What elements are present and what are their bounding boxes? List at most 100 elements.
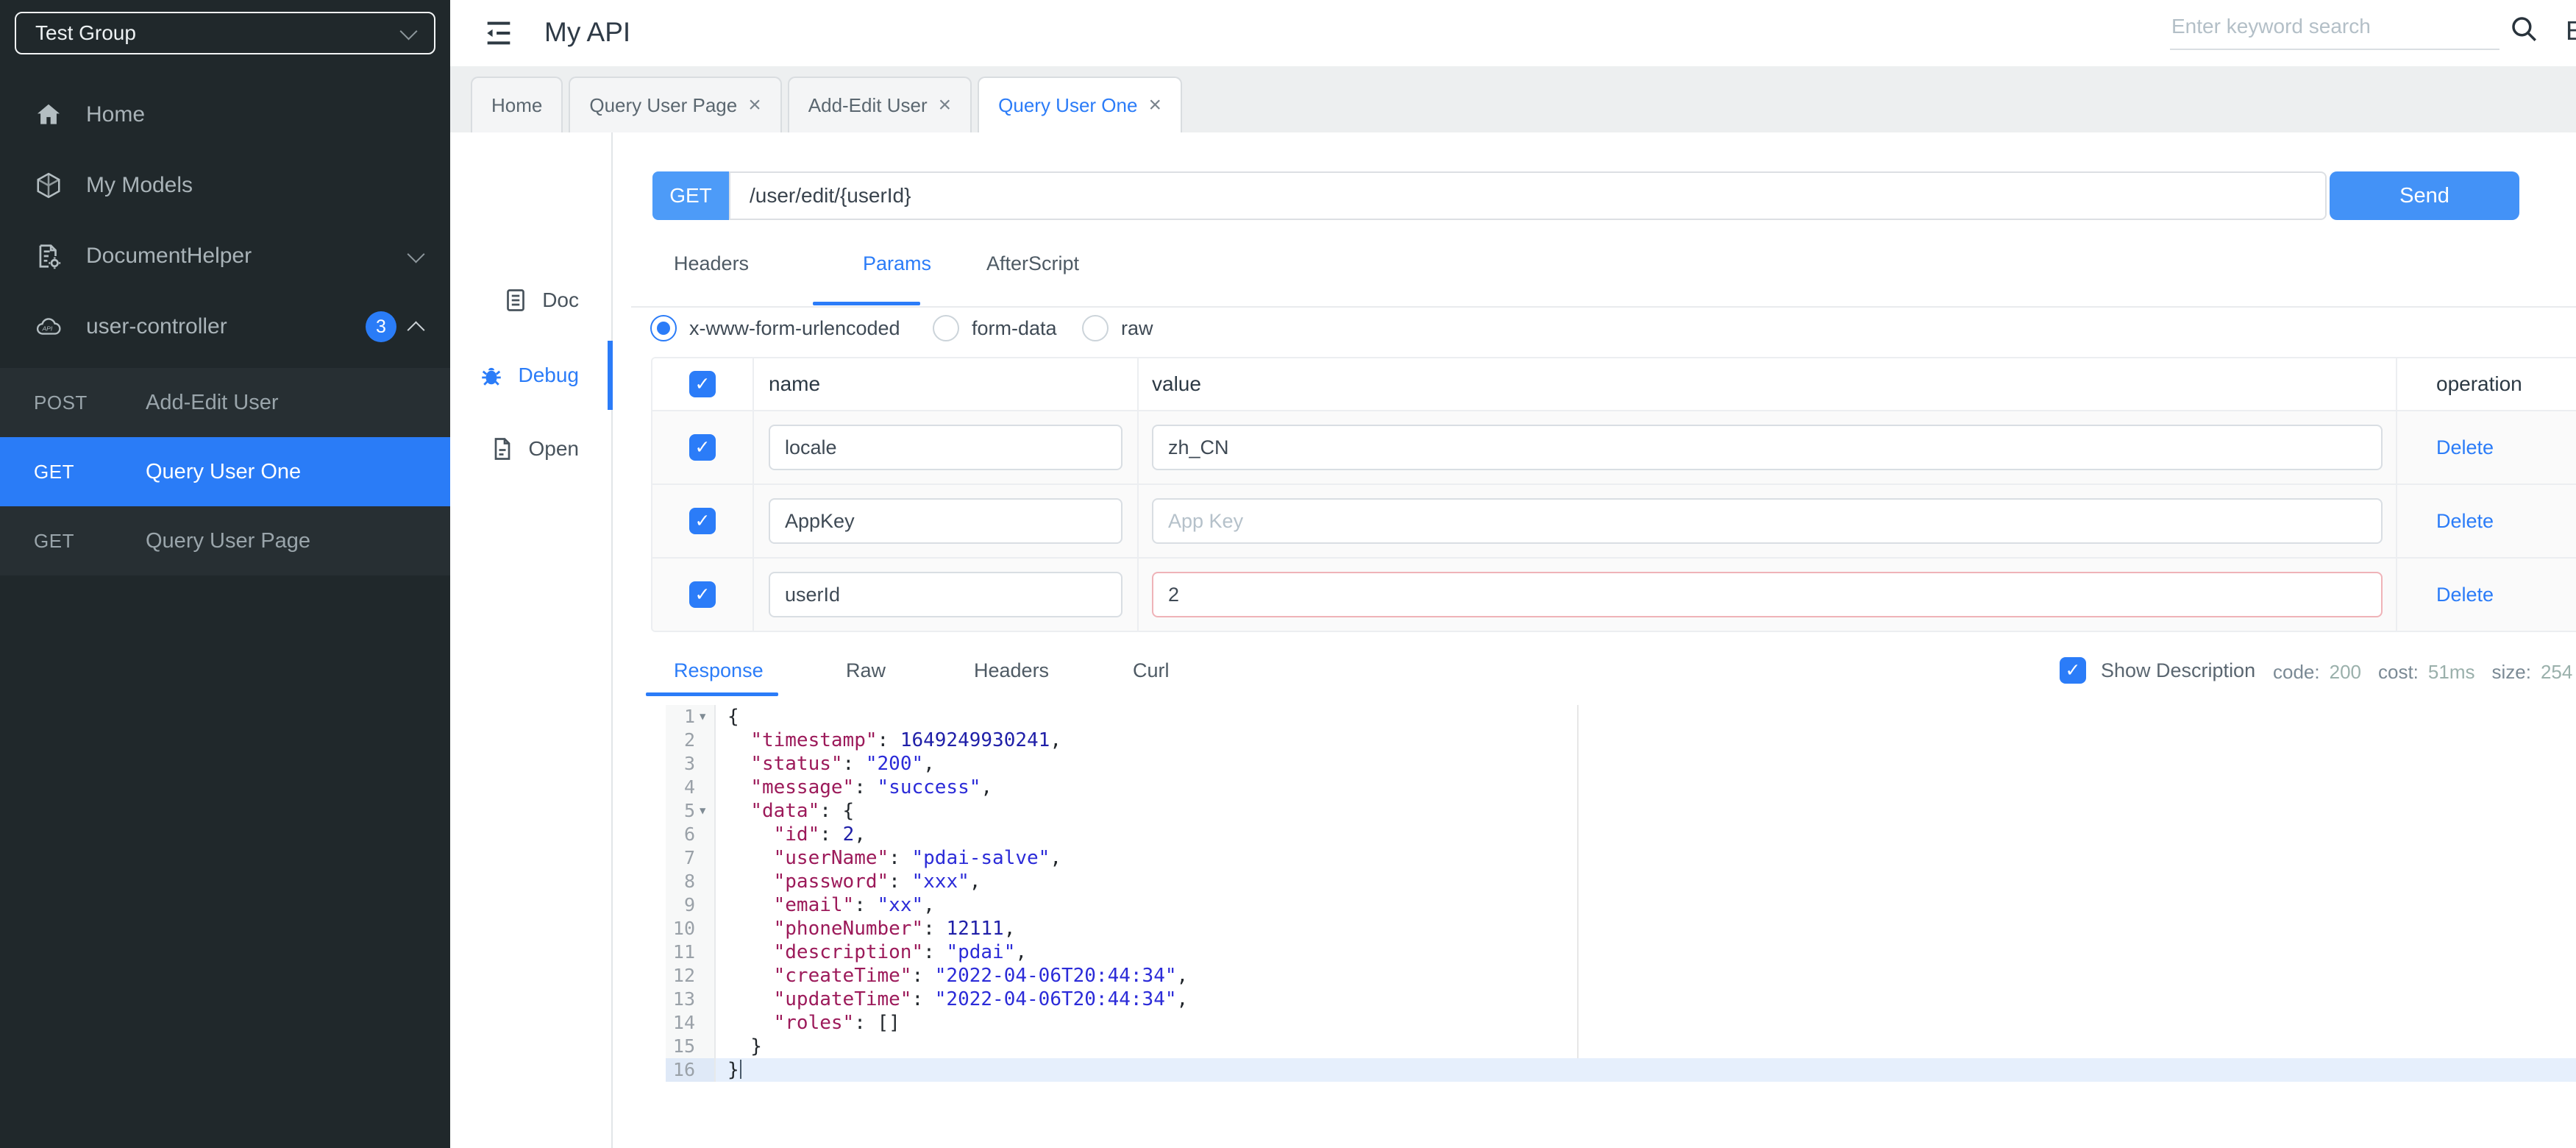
line-number: 2 [683, 729, 695, 751]
code-line[interactable]: 2 "timestamp": 1649249930241, [651, 729, 2576, 752]
request-tab-params[interactable]: Params [863, 252, 931, 275]
code-editor[interactable]: 1 ▼{2 "timestamp": 1649249930241, 3 "statu… [651, 705, 2576, 1082]
close-icon[interactable]: × [748, 94, 761, 116]
response-tab-response[interactable]: Response [674, 659, 764, 682]
response-tab-raw[interactable]: Raw [846, 659, 886, 682]
rail-item-debug[interactable]: Debug [450, 356, 611, 394]
code-text: "email": "xx", [773, 894, 935, 916]
radio-icon[interactable] [933, 315, 959, 341]
radio-label: form-data [972, 316, 1057, 339]
code-line[interactable]: 11 "description": "pdai", [651, 940, 2576, 964]
delete-link[interactable]: Delete [2436, 584, 2494, 606]
select-all-checkbox[interactable]: ✓ [689, 371, 716, 397]
tab-label: Query User Page [589, 93, 738, 116]
code-line[interactable]: 16} [651, 1058, 2576, 1082]
chevron-down-icon [407, 244, 425, 263]
sidebar: Test Group Home My Models DocumentHelper… [0, 0, 450, 1148]
api-cloud-icon: API [33, 311, 64, 342]
code-line[interactable]: 10 "phoneNumber": 12111, [651, 917, 2576, 940]
row-checkbox[interactable]: ✓ [689, 508, 716, 534]
chevron-down-icon [399, 21, 418, 40]
code-line[interactable]: 15 } [651, 1035, 2576, 1058]
collapse-sidebar-icon[interactable] [481, 16, 516, 50]
radio-selected-icon[interactable] [650, 315, 677, 341]
code-line[interactable]: 6 "id": 2, [651, 823, 2576, 846]
submenu-item-query-user-one[interactable]: GET Query User One [0, 437, 450, 506]
request-tab-afterscript[interactable]: AfterScript [986, 252, 1079, 275]
line-number: 6 [683, 823, 695, 845]
param-name-input[interactable] [769, 572, 1122, 617]
param-value-input-error[interactable] [1152, 572, 2383, 617]
rail-item-open[interactable]: Open [450, 430, 611, 468]
svg-text:API: API [41, 325, 52, 333]
radio-icon[interactable] [1082, 315, 1109, 341]
sidebar-item-user-controller[interactable]: API user-controller 3 [0, 291, 450, 362]
code-line[interactable]: 14 "roles": [] [651, 1011, 2576, 1035]
http-method-button[interactable]: GET [652, 171, 729, 220]
submenu-item-query-user-page[interactable]: GET Query User Page [0, 506, 450, 575]
code-line[interactable]: 4 "message": "success", [651, 776, 2576, 799]
show-description-toggle[interactable]: ✓ Show Description [2060, 657, 2255, 684]
response-tab-headers[interactable]: Headers [974, 659, 1049, 682]
submenu-item-add-edit-user[interactable]: POST Add-Edit User [0, 368, 450, 437]
meta-cost-label: cost: [2378, 661, 2419, 683]
group-select[interactable]: Test Group [15, 12, 435, 54]
params-table: ✓ name value operation ✓ Delete ✓ Delete… [651, 357, 2576, 632]
tab-query-user-page[interactable]: Query User Page × [569, 77, 782, 132]
code-line[interactable]: 7 "userName": "pdai-salve", [651, 846, 2576, 870]
line-gutter: 4 [666, 776, 716, 799]
fold-arrow-icon[interactable]: ▼ [700, 705, 714, 729]
row-checkbox[interactable]: ✓ [689, 434, 716, 461]
meta-size-value: 254 B [2540, 661, 2576, 683]
close-icon[interactable]: × [939, 94, 952, 116]
tab-add-edit-user[interactable]: Add-Edit User × [787, 77, 972, 132]
code-line[interactable]: 12 "createTime": "2022-04-06T20:44:34", [651, 964, 2576, 988]
row-checkbox[interactable]: ✓ [689, 581, 716, 608]
body-type-form-data[interactable]: form-data [933, 313, 1057, 343]
request-tab-headers[interactable]: Headers [674, 252, 749, 275]
sidebar-item-home[interactable]: Home [0, 79, 450, 150]
param-value-input[interactable] [1152, 425, 2383, 470]
line-gutter: 9 [666, 893, 716, 917]
search-icon[interactable] [2508, 13, 2539, 44]
rail-item-doc[interactable]: Doc [450, 281, 611, 319]
endpoint-submenu: POST Add-Edit User GET Query User One GE… [0, 368, 450, 575]
response-tab-curl[interactable]: Curl [1133, 659, 1170, 682]
header-right-partial-text[interactable]: E [2566, 15, 2576, 46]
sidebar-item-my-models[interactable]: My Models [0, 150, 450, 221]
tab-home[interactable]: Home [471, 77, 563, 132]
search-input[interactable] [2170, 4, 2499, 50]
body-type-urlencoded[interactable]: x-www-form-urlencoded [650, 313, 900, 343]
line-number: 14 [672, 1012, 695, 1033]
tab-query-user-one[interactable]: Query User One × [978, 77, 1182, 132]
code-line[interactable]: 13 "updateTime": "2022-04-06T20:44:34", [651, 988, 2576, 1011]
line-gutter: 5 ▼ [666, 799, 716, 823]
code-text: } [716, 1058, 2576, 1082]
code-line[interactable]: 9 "email": "xx", [651, 893, 2576, 917]
line-gutter: 11 [666, 940, 716, 964]
editor-pane-divider [1577, 705, 1579, 1058]
delete-link[interactable]: Delete [2436, 510, 2494, 533]
http-method-label: POST [34, 391, 88, 414]
code-line[interactable]: 8 "password": "xxx", [651, 870, 2576, 893]
delete-link[interactable]: Delete [2436, 436, 2494, 459]
request-url-input[interactable] [729, 171, 2327, 220]
close-icon[interactable]: × [1148, 94, 1161, 116]
sidebar-item-document-helper[interactable]: DocumentHelper [0, 221, 450, 291]
param-name-input[interactable] [769, 498, 1122, 544]
param-name-input[interactable] [769, 425, 1122, 470]
param-value-input[interactable] [1152, 498, 2383, 544]
fold-arrow-icon[interactable]: ▼ [700, 799, 714, 823]
sidebar-item-label: My Models [86, 173, 193, 197]
document-helper-icon [33, 241, 64, 272]
send-button[interactable]: Send [2330, 171, 2519, 220]
code-text: "phoneNumber": 12111, [773, 918, 1016, 940]
code-line[interactable]: 1 ▼ { [651, 705, 2576, 729]
show-description-checkbox[interactable]: ✓ [2060, 657, 2086, 684]
code-line[interactable]: 3 "status": "200", [651, 752, 2576, 776]
body-type-raw[interactable]: raw [1082, 313, 1153, 343]
column-header-operation: operation [2436, 372, 2522, 395]
code-line[interactable]: 5 ▼ "data": { [651, 799, 2576, 823]
endpoint-count-badge: 3 [366, 311, 396, 342]
table-row: ✓ Delete [652, 483, 2576, 557]
